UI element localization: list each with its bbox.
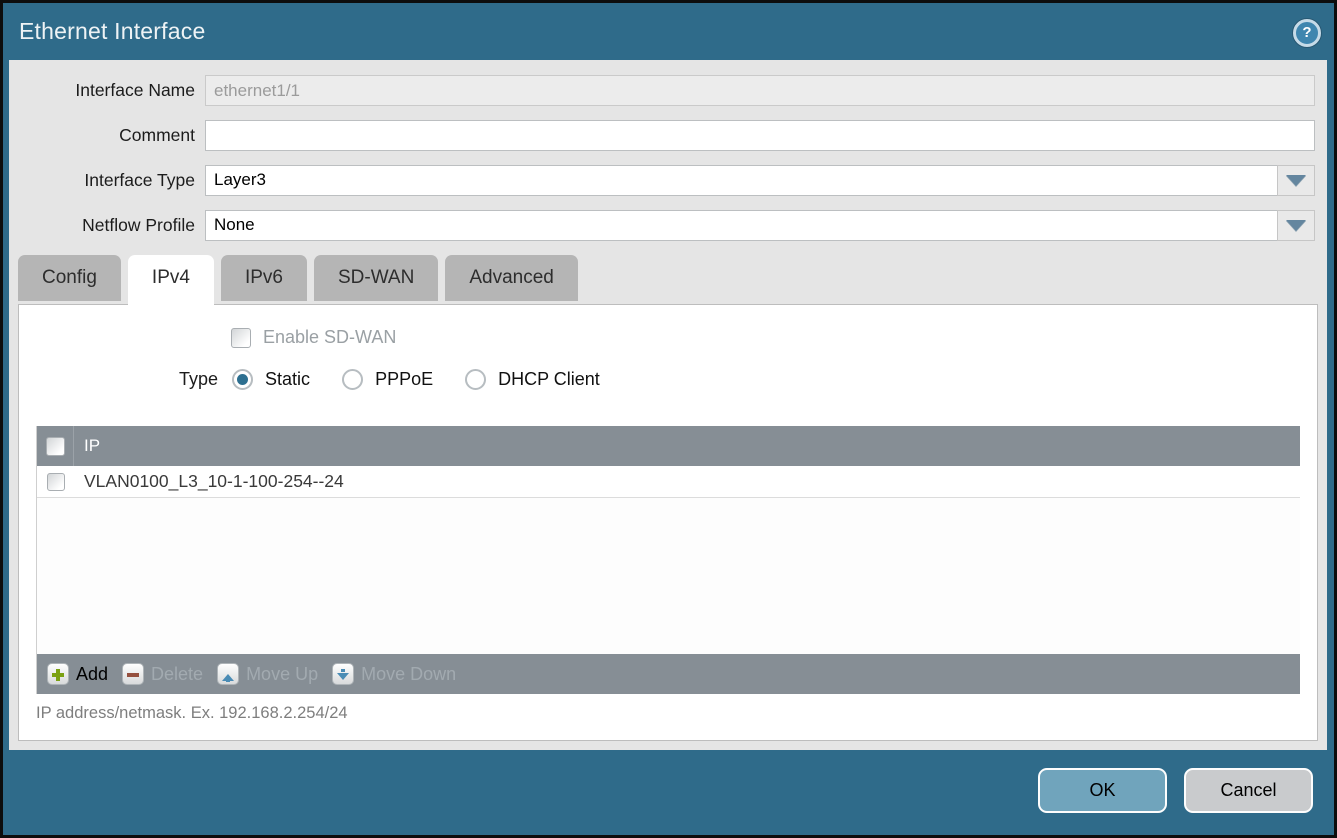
type-label: Type	[179, 369, 218, 390]
dialog-footer: OK Cancel	[1038, 768, 1313, 813]
tab-config[interactable]: Config	[18, 255, 121, 301]
radio-button-icon	[232, 369, 253, 390]
enable-sdwan-checkbox	[231, 328, 251, 348]
interface-type-label: Interface Type	[9, 170, 205, 191]
page-title: Ethernet Interface	[19, 3, 205, 60]
radio-pppoe[interactable]: PPPoE	[342, 369, 433, 390]
tab-sd-wan[interactable]: SD-WAN	[314, 255, 438, 301]
interface-name-row: Interface Name	[9, 75, 1315, 106]
ip-table: IP VLAN0100_L3_10-1-100-254--24 Add	[36, 426, 1300, 694]
row-ip-value: VLAN0100_L3_10-1-100-254--24	[74, 471, 344, 492]
plus-icon	[47, 663, 69, 685]
move-down-button: Move Down	[332, 663, 456, 685]
interface-name-field	[205, 75, 1315, 106]
radio-static-label: Static	[265, 369, 310, 390]
ok-button[interactable]: OK	[1038, 768, 1167, 813]
interface-type-dropdown-button[interactable]	[1277, 165, 1315, 196]
dialog-body-panel: Interface Name Comment Interface Type La…	[9, 60, 1327, 750]
tab-ipv4[interactable]: IPv4	[128, 255, 214, 308]
table-row[interactable]: VLAN0100_L3_10-1-100-254--24	[37, 466, 1300, 498]
cancel-button[interactable]: Cancel	[1184, 768, 1313, 813]
radio-dhcp-client-label: DHCP Client	[498, 369, 600, 390]
table-toolbar: Add Delete Move Up Move Down	[37, 654, 1300, 694]
help-icon[interactable]: ?	[1293, 19, 1321, 47]
move-down-button-label: Move Down	[361, 664, 456, 685]
enable-sdwan-row: Enable SD-WAN	[231, 327, 396, 348]
ip-table-header: IP	[37, 426, 1300, 466]
radio-button-icon	[465, 369, 486, 390]
ip-format-hint: IP address/netmask. Ex. 192.168.2.254/24	[36, 704, 348, 723]
row-checkbox[interactable]	[47, 473, 65, 491]
arrow-up-icon	[217, 663, 239, 685]
interface-type-row: Interface Type Layer3	[9, 165, 1315, 196]
tab-ipv6[interactable]: IPv6	[221, 255, 307, 301]
delete-button: Delete	[122, 663, 203, 685]
ip-column-header: IP	[74, 436, 100, 456]
table-empty-area	[37, 498, 1300, 654]
arrow-down-icon	[332, 663, 354, 685]
radio-static[interactable]: Static	[232, 369, 310, 390]
tab-advanced[interactable]: Advanced	[445, 255, 578, 301]
netflow-profile-dropdown-button[interactable]	[1277, 210, 1315, 241]
add-button-label: Add	[76, 664, 108, 685]
delete-button-label: Delete	[151, 664, 203, 685]
chevron-down-icon	[1286, 220, 1306, 231]
radio-dhcp-client[interactable]: DHCP Client	[465, 369, 600, 390]
radio-pppoe-label: PPPoE	[375, 369, 433, 390]
netflow-profile-row: Netflow Profile None	[9, 210, 1315, 241]
add-button[interactable]: Add	[47, 663, 108, 685]
minus-icon	[122, 663, 144, 685]
comment-row: Comment	[9, 120, 1315, 151]
enable-sdwan-label: Enable SD-WAN	[263, 327, 396, 348]
select-all-checkbox[interactable]	[46, 437, 65, 456]
netflow-profile-value[interactable]: None	[205, 210, 1277, 241]
move-up-button: Move Up	[217, 663, 318, 685]
tab-strip: Config IPv4 IPv6 SD-WAN Advanced	[18, 255, 578, 305]
ethernet-interface-dialog: Ethernet Interface ? Interface Name Comm…	[0, 0, 1337, 838]
comment-label: Comment	[9, 125, 205, 146]
comment-field[interactable]	[205, 120, 1315, 151]
move-up-button-label: Move Up	[246, 664, 318, 685]
ipv4-tab-panel: Enable SD-WAN Type Static PPPoE DHCP Cli…	[18, 304, 1318, 741]
interface-type-value[interactable]: Layer3	[205, 165, 1277, 196]
interface-name-label: Interface Name	[9, 80, 205, 101]
dialog-title-bar: Ethernet Interface ?	[3, 3, 1334, 60]
netflow-profile-label: Netflow Profile	[9, 215, 205, 236]
chevron-down-icon	[1286, 175, 1306, 186]
radio-button-icon	[342, 369, 363, 390]
type-radio-group: Type Static PPPoE DHCP Client	[179, 369, 632, 390]
